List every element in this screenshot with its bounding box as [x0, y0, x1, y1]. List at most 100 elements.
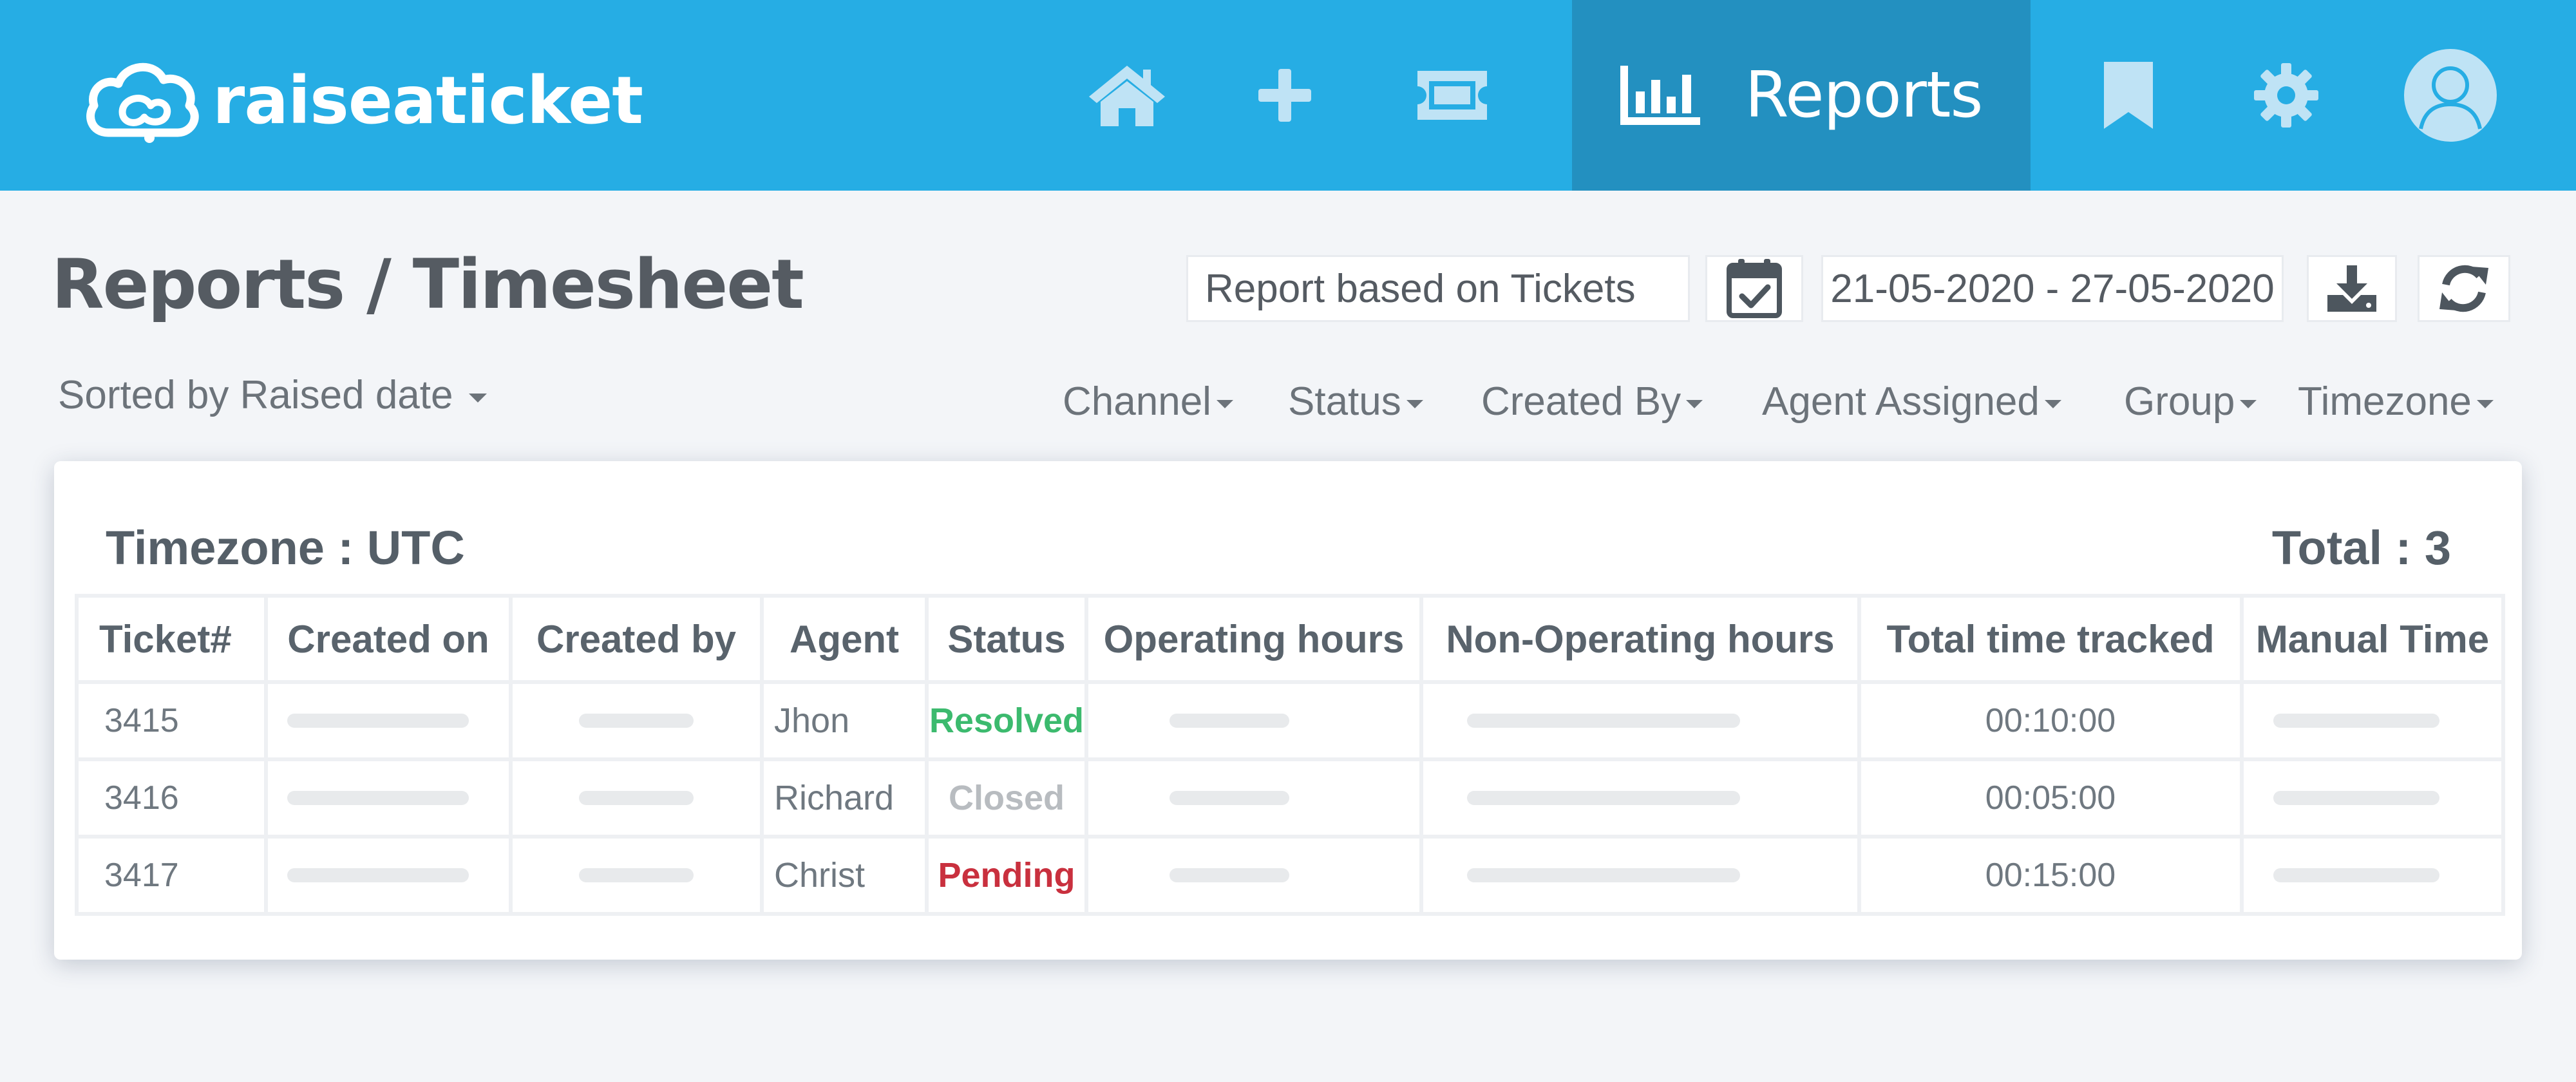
operating-hours-cell	[1084, 680, 1423, 761]
created-by-cell	[509, 835, 764, 916]
column-header[interactable]: Ticket#	[75, 594, 268, 684]
operating-hours-cell	[1084, 835, 1423, 916]
bar-chart-icon	[1620, 66, 1700, 125]
download-icon	[2327, 265, 2376, 312]
agent-cell: Richard	[760, 757, 929, 839]
page-title: Reports / Timesheet	[52, 245, 804, 324]
loading-placeholder	[579, 868, 694, 882]
column-header[interactable]: Agent	[760, 594, 929, 684]
non-operating-hours-cell	[1419, 835, 1861, 916]
table-header-row: Ticket# Created on Created by Agent Stat…	[75, 594, 2505, 684]
plus-icon	[1258, 69, 1311, 122]
ticket-icon	[1417, 71, 1487, 120]
column-header[interactable]: Status	[925, 594, 1088, 684]
chevron-down-icon	[1406, 400, 1423, 408]
filter-agent-assigned[interactable]: Agent Assigned	[1762, 379, 2061, 424]
filter-label: Group	[2124, 379, 2235, 424]
timesheet-table: Ticket# Created on Created by Agent Stat…	[75, 594, 2505, 916]
filter-group[interactable]: Group	[2124, 379, 2257, 424]
loading-placeholder	[287, 868, 469, 882]
loading-placeholder	[2273, 791, 2439, 805]
chevron-down-icon	[2476, 400, 2494, 408]
nav-bookmarks-button[interactable]	[2093, 0, 2164, 191]
sort-dropdown[interactable]: Sorted by Raised date	[58, 372, 487, 418]
loading-placeholder	[287, 791, 469, 805]
nav-reports-label: Reports	[1745, 59, 1984, 132]
filter-label: Timezone	[2298, 379, 2472, 424]
column-header[interactable]: Operating hours	[1084, 594, 1423, 684]
chevron-down-icon	[2044, 400, 2061, 408]
agent-cell: Christ	[760, 835, 929, 916]
top-nav-bar: raiseaticket Reports	[0, 0, 2576, 191]
chevron-down-icon	[2240, 400, 2257, 408]
loading-placeholder	[287, 714, 469, 728]
filter-label: Status	[1288, 379, 1401, 424]
total-count: Total : 3	[2271, 521, 2451, 574]
refresh-button[interactable]	[2418, 255, 2510, 322]
chevron-down-icon	[1216, 400, 1233, 408]
status-badge: Pending	[925, 835, 1088, 916]
agent-cell: Jhon	[760, 680, 929, 761]
column-header[interactable]: Manual Time	[2240, 594, 2505, 684]
nav-tickets-button[interactable]	[1404, 0, 1501, 191]
calendar-check-icon	[1727, 259, 1782, 318]
loading-placeholder	[1170, 714, 1289, 728]
calendar-button[interactable]	[1705, 255, 1803, 322]
table-row[interactable]: 3416 Richard Closed 00:05:00	[75, 757, 2505, 839]
date-range-picker[interactable]: 21-05-2020 - 27-05-2020	[1821, 255, 2284, 322]
bookmark-icon	[2104, 62, 2153, 129]
report-type-value: Report based on Tickets	[1205, 266, 1636, 311]
home-icon	[1089, 66, 1165, 126]
loading-placeholder	[1467, 714, 1740, 728]
loading-placeholder	[1467, 868, 1740, 882]
loading-placeholder	[1467, 791, 1740, 805]
column-header[interactable]: Non-Operating hours	[1419, 594, 1861, 684]
non-operating-hours-cell	[1419, 680, 1861, 761]
nav-reports-tab[interactable]: Reports	[1572, 0, 2031, 191]
profile-avatar-button[interactable]	[2402, 0, 2499, 191]
column-header[interactable]: Created by	[509, 594, 764, 684]
loading-placeholder	[579, 714, 694, 728]
manual-time-cell	[2240, 835, 2505, 916]
chevron-down-icon	[468, 393, 487, 403]
loading-placeholder	[1170, 868, 1289, 882]
non-operating-hours-cell	[1419, 757, 1861, 839]
ticket-number[interactable]: 3417	[75, 835, 268, 916]
gear-icon	[2254, 63, 2318, 128]
nav-home-button[interactable]	[1082, 0, 1172, 191]
date-range-value: 21-05-2020 - 27-05-2020	[1830, 266, 2275, 311]
total-time-cell: 00:05:00	[1857, 757, 2244, 839]
filter-label: Agent Assigned	[1762, 379, 2040, 424]
loading-placeholder	[2273, 714, 2439, 728]
column-header[interactable]: Total time tracked	[1857, 594, 2244, 684]
loading-placeholder	[2273, 868, 2439, 882]
created-on-cell	[264, 757, 513, 839]
status-badge: Resolved	[925, 680, 1088, 761]
filter-status[interactable]: Status	[1288, 379, 1423, 424]
timezone-label: Timezone : UTC	[106, 521, 465, 574]
avatar-icon	[2404, 49, 2497, 142]
table-row[interactable]: 3417 Christ Pending 00:15:00	[75, 835, 2505, 916]
filter-label: Created By	[1481, 379, 1681, 424]
loading-placeholder	[579, 791, 694, 805]
report-type-select[interactable]: Report based on Tickets	[1186, 255, 1690, 322]
sort-label: Sorted by Raised date	[58, 373, 453, 417]
filter-channel[interactable]: Channel	[1063, 379, 1233, 424]
app-name: raiseaticket	[213, 62, 643, 139]
created-by-cell	[509, 757, 764, 839]
loading-placeholder	[1170, 791, 1289, 805]
created-on-cell	[264, 680, 513, 761]
nav-settings-button[interactable]	[2248, 0, 2325, 191]
ticket-number[interactable]: 3416	[75, 757, 268, 839]
download-button[interactable]	[2307, 255, 2397, 322]
column-header[interactable]: Created on	[264, 594, 513, 684]
status-badge: Closed	[925, 757, 1088, 839]
refresh-icon	[2439, 265, 2488, 312]
filter-timezone[interactable]: Timezone	[2298, 379, 2494, 424]
created-by-cell	[509, 680, 764, 761]
app-logo[interactable]: raiseaticket	[82, 57, 643, 144]
filter-created-by[interactable]: Created By	[1481, 379, 1703, 424]
ticket-number[interactable]: 3415	[75, 680, 268, 761]
nav-new-ticket-button[interactable]	[1240, 0, 1330, 191]
table-row[interactable]: 3415 Jhon Resolved 00:10:00	[75, 680, 2505, 761]
